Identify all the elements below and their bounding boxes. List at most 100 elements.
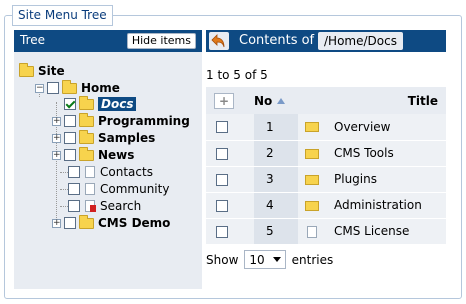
row-checkbox-cell bbox=[206, 166, 254, 193]
contents-of-label: Contents of bbox=[239, 33, 315, 48]
contents-panel: Contents of /Home/Docs 1 to 5 of 5 + No … bbox=[206, 30, 446, 289]
page-size-control: Show 10 entries bbox=[206, 250, 333, 269]
tree-node-label: CMS Demo bbox=[98, 216, 171, 230]
folder-icon bbox=[305, 200, 319, 211]
tree-node-home[interactable]: − Home bbox=[35, 79, 120, 96]
folder-icon bbox=[19, 62, 34, 77]
tree-node-site[interactable]: Site bbox=[19, 62, 65, 79]
title-column-header[interactable]: Title bbox=[334, 87, 446, 114]
table-header-row: + No Title bbox=[206, 87, 446, 114]
document-icon bbox=[85, 183, 95, 195]
row-checkbox[interactable] bbox=[216, 147, 228, 160]
row-title[interactable]: Plugins bbox=[334, 166, 446, 193]
title-column-label: Title bbox=[407, 93, 438, 108]
programming-checkbox[interactable] bbox=[64, 115, 76, 127]
row-icon-cell bbox=[298, 192, 334, 219]
row-title[interactable]: Overview bbox=[334, 114, 446, 141]
expand-icon[interactable]: + bbox=[52, 116, 61, 126]
table-row[interactable]: 4 Administration bbox=[206, 192, 446, 219]
row-number: 5 bbox=[254, 218, 298, 245]
tree-node-label: Contacts bbox=[100, 165, 153, 179]
row-number: 4 bbox=[254, 192, 298, 219]
collapse-icon[interactable]: − bbox=[35, 83, 44, 93]
table-row[interactable]: 1 Overview bbox=[206, 114, 446, 141]
folder-icon bbox=[305, 148, 319, 159]
tree-node-cms-demo[interactable]: + CMS Demo bbox=[52, 214, 171, 231]
tree-node-contacts[interactable]: Contacts bbox=[68, 164, 153, 180]
row-number: 3 bbox=[254, 166, 298, 193]
expand-icon[interactable]: + bbox=[52, 133, 61, 143]
folder-icon bbox=[305, 174, 319, 185]
row-checkbox[interactable] bbox=[216, 199, 228, 212]
tree-node-label: Community bbox=[100, 182, 170, 196]
tree-node-samples[interactable]: + Samples bbox=[52, 129, 156, 146]
tree-panel: Tree Hide items Site − Home Docs + Progr… bbox=[14, 30, 202, 289]
table-info: 1 to 5 of 5 bbox=[206, 68, 268, 82]
table-row[interactable]: 5 CMS License bbox=[206, 218, 446, 245]
table-row[interactable]: 2 CMS Tools bbox=[206, 140, 446, 167]
cms-demo-checkbox[interactable] bbox=[64, 217, 76, 229]
tree-node-news[interactable]: + News bbox=[52, 146, 135, 163]
row-checkbox[interactable] bbox=[216, 173, 228, 186]
folder-icon bbox=[79, 95, 94, 110]
fieldset-legend: Site Menu Tree bbox=[12, 5, 113, 26]
tree-connector bbox=[60, 206, 68, 207]
folder-icon bbox=[79, 214, 94, 229]
expand-icon[interactable]: + bbox=[52, 218, 61, 228]
tree-node-community[interactable]: Community bbox=[68, 181, 169, 197]
row-icon-cell bbox=[298, 140, 334, 167]
row-checkbox-cell bbox=[206, 114, 254, 141]
row-checkbox-cell bbox=[206, 192, 254, 219]
folder-icon bbox=[79, 146, 94, 161]
samples-checkbox[interactable] bbox=[64, 132, 76, 144]
folder-icon bbox=[305, 122, 319, 133]
tree-node-label: Samples bbox=[98, 131, 156, 145]
page-size-select[interactable]: 10 bbox=[244, 250, 286, 269]
back-arrow-icon bbox=[211, 34, 225, 48]
docs-checkbox[interactable] bbox=[64, 98, 76, 110]
row-number: 1 bbox=[254, 114, 298, 141]
current-path: /Home/Docs bbox=[318, 32, 403, 50]
row-title[interactable]: CMS License bbox=[334, 218, 446, 245]
row-icon-cell bbox=[298, 218, 334, 245]
add-button[interactable]: + bbox=[214, 92, 234, 109]
tree-node-label: Search bbox=[100, 199, 142, 213]
hide-items-button[interactable]: Hide items bbox=[126, 33, 196, 49]
search-checkbox[interactable] bbox=[68, 200, 80, 212]
row-checkbox[interactable] bbox=[216, 121, 228, 134]
show-label: Show bbox=[206, 252, 239, 267]
tree-connector bbox=[60, 172, 68, 173]
community-checkbox[interactable] bbox=[68, 183, 80, 195]
tree-node-label: Site bbox=[38, 64, 65, 78]
contacts-checkbox[interactable] bbox=[68, 166, 80, 178]
expand-icon[interactable]: + bbox=[52, 150, 61, 160]
tree-node-label: News bbox=[98, 148, 135, 162]
folder-icon bbox=[79, 112, 94, 127]
no-column-header[interactable]: No bbox=[254, 87, 298, 114]
contents-table: + No Title 1 Overview 2 CMS Tools 3 Plug… bbox=[206, 87, 446, 245]
row-checkbox-cell bbox=[206, 218, 254, 245]
back-button[interactable] bbox=[209, 32, 229, 50]
sort-ascending-icon bbox=[277, 98, 286, 104]
document-icon bbox=[307, 225, 317, 238]
table-row[interactable]: 3 Plugins bbox=[206, 166, 446, 193]
no-column-label: No bbox=[254, 93, 273, 108]
row-title[interactable]: Administration bbox=[334, 192, 446, 219]
row-title[interactable]: CMS Tools bbox=[334, 140, 446, 167]
tree-node-search[interactable]: Search bbox=[68, 198, 141, 214]
tree-header: Tree Hide items bbox=[14, 30, 202, 52]
add-column-header: + bbox=[206, 87, 254, 114]
news-checkbox[interactable] bbox=[64, 149, 76, 161]
tree-node-programming[interactable]: + Programming bbox=[52, 112, 190, 129]
icon-column-header bbox=[298, 87, 334, 114]
folder-icon bbox=[79, 129, 94, 144]
row-checkbox-cell bbox=[206, 140, 254, 167]
page-size-value: 10 bbox=[249, 252, 265, 267]
tree-node-docs[interactable]: Docs bbox=[64, 95, 137, 112]
row-number: 2 bbox=[254, 140, 298, 167]
tree-title: Tree bbox=[20, 33, 46, 47]
tree-connector bbox=[60, 189, 68, 190]
home-checkbox[interactable] bbox=[47, 82, 59, 94]
row-checkbox[interactable] bbox=[216, 225, 228, 238]
home-folder-icon bbox=[62, 79, 77, 94]
